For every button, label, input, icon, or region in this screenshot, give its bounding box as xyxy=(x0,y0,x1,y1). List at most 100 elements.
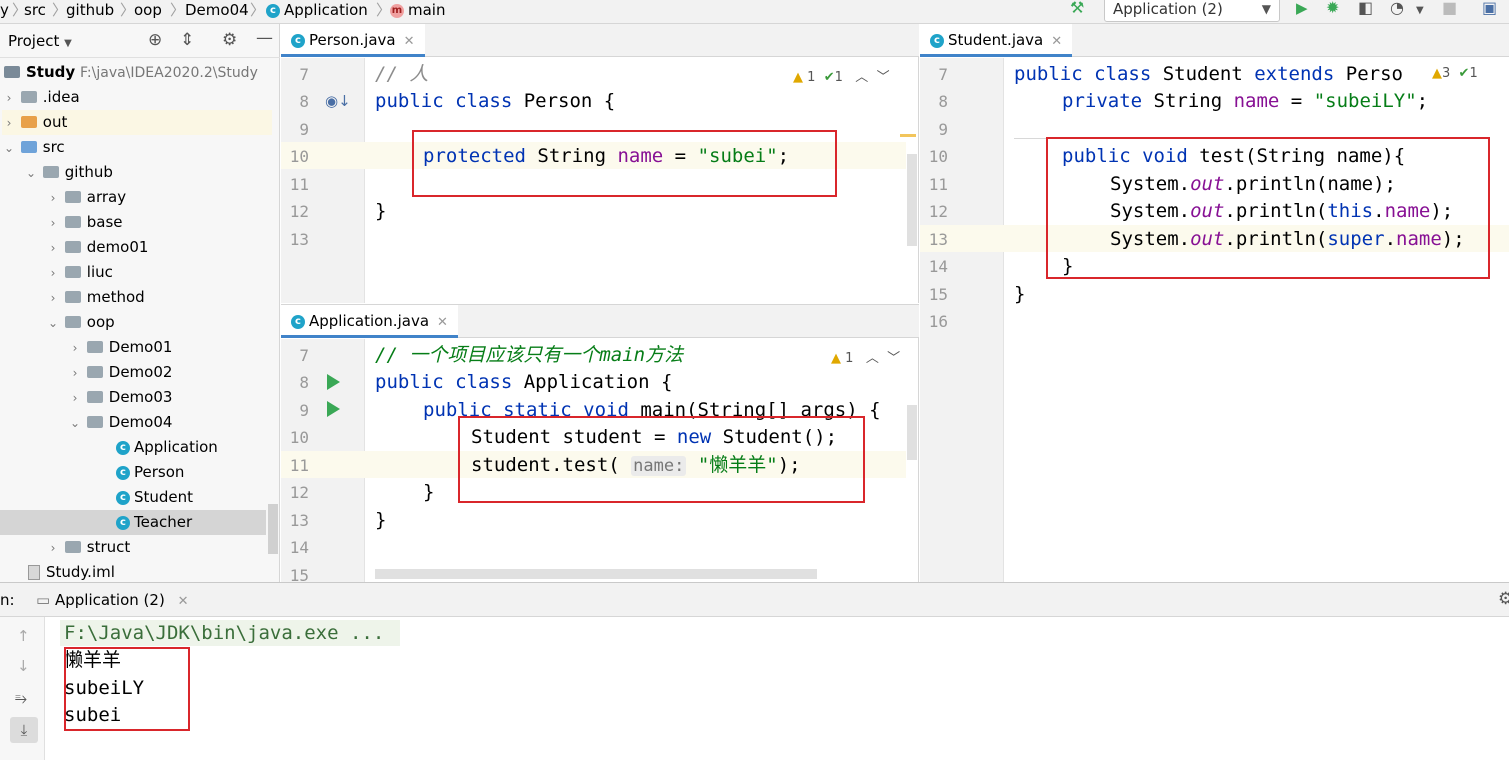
run-configuration-select[interactable]: c Application (2) ▼ xyxy=(1104,0,1280,22)
line-number: 14 xyxy=(928,257,948,276)
scrollbar-thumb[interactable] xyxy=(268,504,278,554)
tree-item-study[interactable]: Study F:\java\IDEA2020.2\Study xyxy=(4,60,274,85)
breadcrumb-item[interactable]: y xyxy=(0,0,9,24)
tab-person-java[interactable]: c Person.java ✕ xyxy=(281,24,425,57)
tree-item-teacher[interactable]: c Teacher xyxy=(0,510,266,535)
chevron-down-icon: ⌄ xyxy=(3,141,15,155)
line-number: 13 xyxy=(289,511,309,530)
chevron-right-icon: › xyxy=(50,216,56,230)
coverage-icon[interactable]: ◧ xyxy=(1358,0,1373,18)
project-structure-icon[interactable]: ▣ xyxy=(1482,0,1497,18)
tree-item-label: Demo03 xyxy=(108,388,173,406)
scroll-to-end-icon[interactable]: ⤓ xyxy=(10,717,38,743)
class-icon: c xyxy=(116,490,130,505)
gear-icon[interactable]: ⚙ xyxy=(222,30,237,50)
breadcrumb-item[interactable]: Demo04 xyxy=(185,0,249,24)
chevron-down-icon: ⌄ xyxy=(25,166,37,180)
implemented-marker-icon[interactable]: ◉↓ xyxy=(325,92,351,110)
scrollbar-thumb[interactable] xyxy=(907,405,917,460)
tree-item-label: Demo04 xyxy=(108,413,173,431)
tree-item-label: Study xyxy=(26,63,76,81)
runnable-class-icon: c xyxy=(291,314,305,329)
breadcrumb-separator: 〉 xyxy=(120,1,136,19)
tree-item-application[interactable]: c Application xyxy=(116,435,276,460)
class-icon: c xyxy=(266,3,280,18)
line-number: 8 xyxy=(938,92,948,111)
collapse-icon[interactable]: ⇕ xyxy=(180,30,194,50)
tree-item-person[interactable]: c Person xyxy=(116,460,276,485)
inspection-widget[interactable]: ▲ 1 ︿ ﹀ xyxy=(831,347,900,366)
close-icon[interactable]: ✕ xyxy=(437,315,448,330)
line-number: 13 xyxy=(289,230,309,249)
tree-item-label: Teacher xyxy=(134,513,193,531)
debug-icon[interactable]: ✹ xyxy=(1326,0,1339,18)
stop-icon[interactable]: ■ xyxy=(1442,0,1457,18)
breadcrumb-item[interactable]: oop xyxy=(134,0,162,24)
close-icon[interactable]: ✕ xyxy=(404,34,415,49)
line-number: 14 xyxy=(289,538,309,557)
close-icon[interactable]: ✕ xyxy=(1051,34,1062,49)
close-icon[interactable]: ✕ xyxy=(178,594,189,609)
inspection-widget[interactable]: ▲3 ✔1 xyxy=(1432,66,1478,81)
tree-item-base[interactable]: › base xyxy=(46,210,316,235)
line-number: 12 xyxy=(289,202,309,221)
inspection-widget[interactable]: ▲ 1 ✔1 ︿ ﹀ xyxy=(793,66,890,85)
package-icon xyxy=(42,165,59,178)
gear-icon[interactable]: ⚙ xyxy=(1498,589,1509,609)
tree-item-idea[interactable]: › .idea xyxy=(2,85,272,110)
minimize-icon[interactable]: — xyxy=(256,28,273,48)
arrow-up-icon[interactable]: ↑ xyxy=(17,627,30,645)
tree-item-label: array xyxy=(86,188,127,206)
soft-wrap-icon[interactable]: ⥱ xyxy=(15,689,27,707)
package-icon xyxy=(64,190,81,203)
package-icon xyxy=(86,365,103,378)
arrow-down-icon[interactable]: ↓ xyxy=(17,657,30,675)
tree-item-method[interactable]: › method xyxy=(46,285,316,310)
tab-run-application[interactable]: ▭ Application (2) ✕ xyxy=(36,591,188,609)
editor-student: c Student.java ✕ 7 8 9 10 11 12 13 14 15 1… xyxy=(920,24,1509,582)
chevron-up-icon: ︿ xyxy=(855,70,869,85)
tab-application-java[interactable]: c Application.java ✕ xyxy=(281,305,458,338)
scrollbar-thumb[interactable] xyxy=(907,154,917,246)
breadcrumb-label: main xyxy=(408,1,446,19)
annotation-box xyxy=(1046,137,1490,279)
tree-item-array[interactable]: › array xyxy=(46,185,316,210)
build-hammer-icon[interactable]: ⚒ xyxy=(1070,0,1084,18)
tab-student-java[interactable]: c Student.java ✕ xyxy=(920,24,1073,57)
breadcrumb-item[interactable]: c Application xyxy=(266,0,368,24)
breadcrumb-item[interactable]: github xyxy=(66,0,114,24)
line-number: 7 xyxy=(299,346,309,365)
tree-item-out[interactable]: › out xyxy=(2,110,272,135)
tree-item-student[interactable]: c Student xyxy=(116,485,276,510)
tree-item-label: .idea xyxy=(42,88,80,106)
project-view-selector[interactable]: Project ▼ xyxy=(8,32,72,50)
package-icon xyxy=(64,315,81,328)
tree-item-github[interactable]: ⌄ github xyxy=(24,160,294,185)
class-icon: c xyxy=(291,33,305,48)
breadcrumb-separator: 〉 xyxy=(250,1,266,19)
line-number: 10 xyxy=(289,428,309,447)
chevron-down-icon: ⌄ xyxy=(47,316,59,330)
run-icon[interactable]: ▶ xyxy=(1296,0,1308,18)
chevron-down-icon[interactable]: ▼ xyxy=(1416,3,1424,21)
tree-item-liuc[interactable]: › liuc xyxy=(46,260,316,285)
tree-item-label: Study.iml xyxy=(46,563,115,581)
run-gutter-icon[interactable] xyxy=(327,401,340,417)
console-icon: ▭ xyxy=(36,591,51,609)
run-gutter-icon[interactable] xyxy=(327,374,340,390)
horizontal-scrollbar-thumb[interactable] xyxy=(375,569,817,579)
breadcrumb-item[interactable]: src xyxy=(24,0,46,24)
annotation-box xyxy=(64,647,190,731)
code-line-15: } xyxy=(1014,283,1026,305)
tree-item-src[interactable]: ⌄ src xyxy=(2,135,272,160)
code-line-7: // 一个项目应该只有一个main方法 xyxy=(375,344,684,366)
project-panel-header: Project ▼ ⊕ ⇕ ⚙ — xyxy=(0,24,280,58)
breadcrumb-item[interactable]: m main xyxy=(390,0,445,24)
chevron-right-icon: › xyxy=(72,391,78,405)
line-number: 12 xyxy=(289,483,309,502)
tree-item-demo01[interactable]: › demo01 xyxy=(46,235,316,260)
tree-item-oop[interactable]: ⌄ oop xyxy=(46,310,316,335)
warning-stripe[interactable] xyxy=(900,134,916,137)
profile-icon[interactable]: ◔ xyxy=(1390,0,1404,18)
locate-icon[interactable]: ⊕ xyxy=(148,30,162,50)
